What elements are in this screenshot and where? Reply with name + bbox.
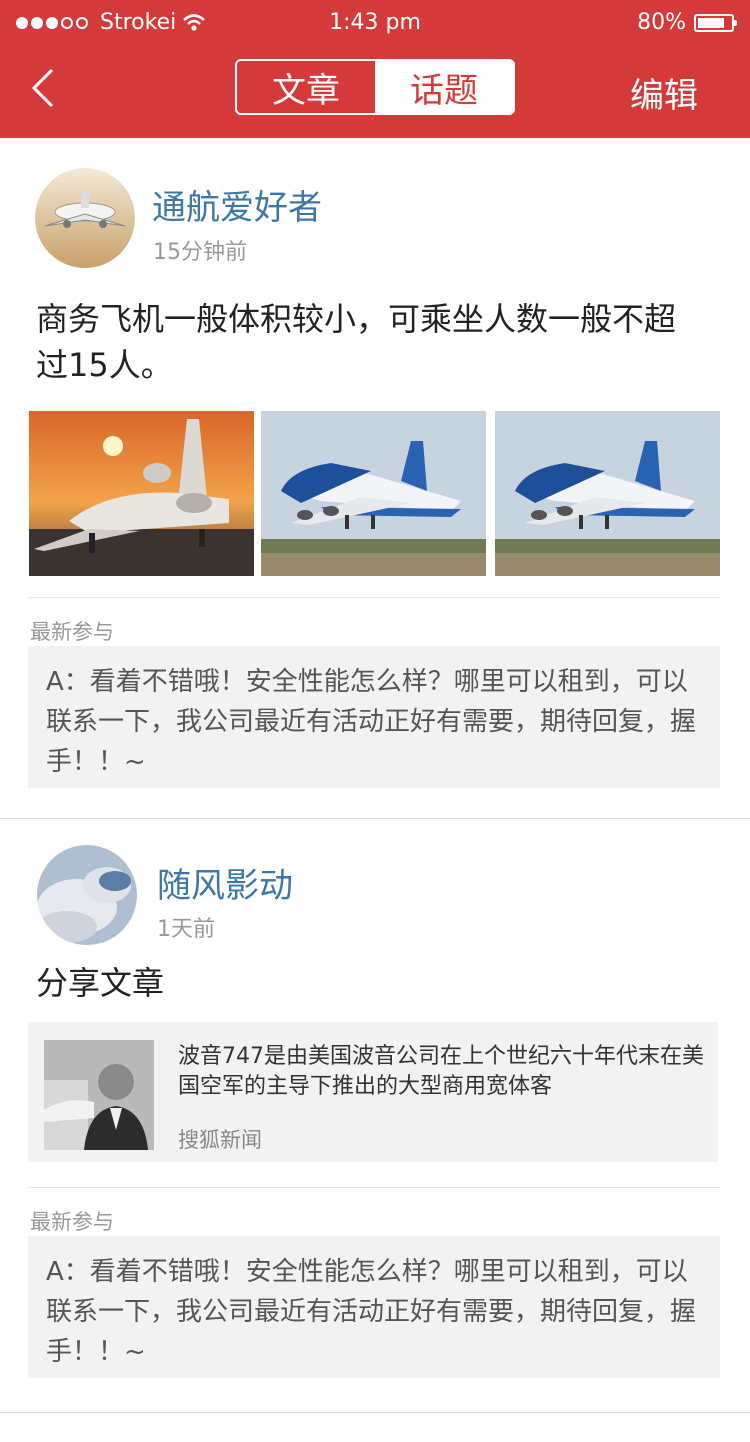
post-time: 1天前	[157, 917, 215, 942]
battery-icon	[694, 13, 737, 32]
boeing-747-image	[495, 411, 720, 576]
boeing-747-image	[261, 411, 486, 576]
latest-participation-label: 最新参与	[30, 620, 114, 644]
post-image[interactable]	[495, 411, 720, 576]
avatar[interactable]	[37, 845, 137, 945]
latest-participation-label: 最新参与	[30, 1210, 114, 1234]
battery-fill	[698, 17, 724, 28]
post-image[interactable]	[261, 411, 486, 576]
avatar[interactable]	[35, 168, 135, 268]
author-name[interactable]: 通航爱好者	[152, 180, 322, 229]
comment-box[interactable]: A：看着不错哦！安全性能怎么样？哪里可以租到，可以联系一下，我公司最近有活动正好…	[28, 1236, 720, 1378]
sunset-jet-image	[29, 411, 254, 576]
cloud-sky-avatar-icon	[37, 845, 137, 945]
comment-box[interactable]: A：看着不错哦！安全性能怎么样？哪里可以租到，可以联系一下，我公司最近有活动正好…	[28, 646, 720, 788]
post-separator	[0, 818, 750, 819]
divider	[28, 1187, 720, 1188]
status-right: 80%	[637, 10, 737, 35]
post-text-line: 过15人。	[36, 346, 173, 384]
article-thumbnail	[44, 1040, 154, 1150]
tab-articles[interactable]: 文章	[237, 61, 375, 113]
man-portrait-image	[44, 1040, 154, 1150]
post-text: 分享文章	[36, 964, 165, 1002]
article-title: 波音747是由美国波音公司在上个世纪六十年代末在美国空军的主导下推出的大型商用宽…	[178, 1044, 704, 1099]
tab-topics[interactable]: 话题	[375, 61, 513, 113]
battery-percent: 80%	[637, 10, 686, 35]
edit-button[interactable]: 编辑	[630, 68, 698, 117]
divider	[28, 597, 720, 598]
nav-bar: 文章 话题 编辑	[0, 44, 750, 138]
status-bar: Strokei 1:43 pm 80%	[0, 0, 750, 44]
author-name[interactable]: 随风影动	[157, 858, 293, 907]
post-text-line: 商务飞机一般体积较小，可乘坐人数一般不超	[36, 300, 677, 338]
article-source: 搜狐新闻	[178, 1128, 262, 1152]
segmented-control: 文章 话题	[235, 59, 515, 115]
post-time: 15分钟前	[153, 240, 247, 265]
back-button[interactable]	[24, 66, 64, 110]
airplane-avatar-icon	[35, 168, 135, 268]
shared-article-card[interactable]: 波音747是由美国波音公司在上个世纪六十年代末在美国空军的主导下推出的大型商用宽…	[28, 1022, 718, 1162]
chevron-left-icon	[31, 68, 54, 108]
post-separator	[0, 1412, 750, 1413]
post-image[interactable]	[29, 411, 254, 576]
